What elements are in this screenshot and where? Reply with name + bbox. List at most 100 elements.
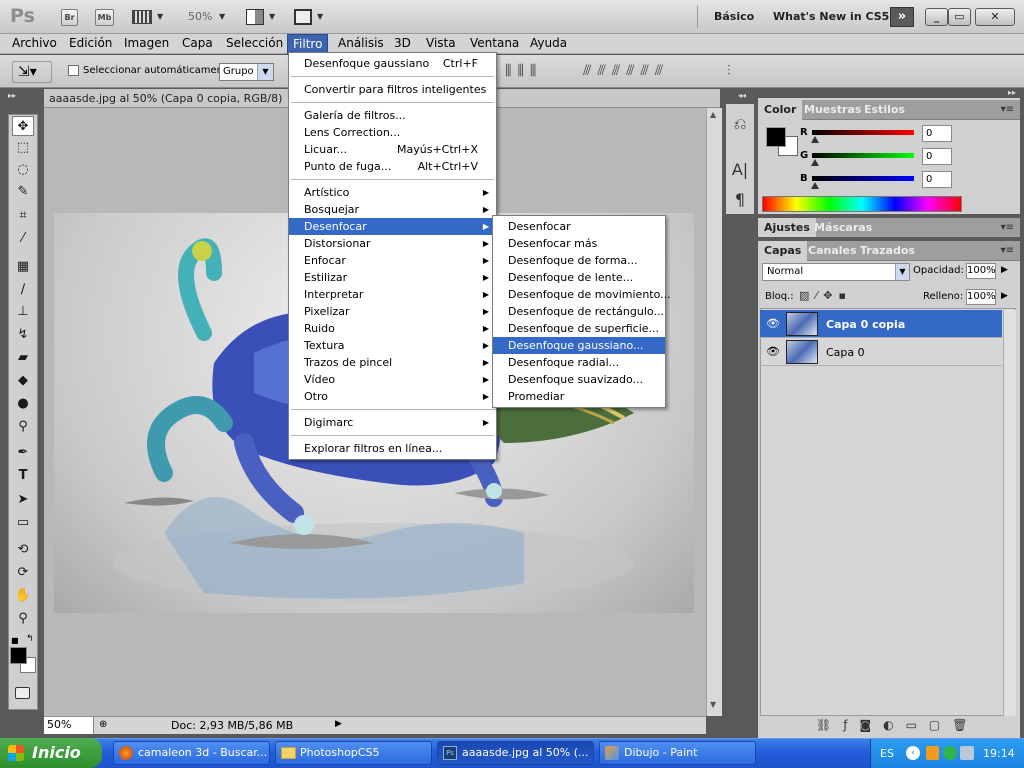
menu-item-smart-filters[interactable]: Convertir para filtros inteligentes	[289, 81, 496, 98]
menu-analisis[interactable]: Análisis	[333, 34, 389, 54]
status-zoom-field[interactable]: 50%	[44, 717, 94, 734]
green-slider-handle[interactable]	[811, 159, 819, 166]
tab-trazados[interactable]: Trazados	[854, 241, 921, 261]
bridge-button[interactable]: Br	[61, 9, 78, 26]
menu-item-lens-correction[interactable]: Lens Correction...	[289, 124, 496, 141]
menu-ventana[interactable]: Ventana	[465, 34, 524, 54]
status-info-icon[interactable]: ⊕	[99, 719, 107, 730]
blue-slider-handle[interactable]	[811, 182, 819, 189]
menu-item-browse-filters[interactable]: Explorar filtros en línea...	[289, 440, 496, 457]
collapse-panel-icon[interactable]: ▸▸	[8, 91, 16, 100]
clone-stamp-tool-icon[interactable]: ⊥	[12, 302, 34, 322]
submenu-item-motion-blur[interactable]: Desenfoque de movimiento...	[493, 286, 671, 303]
crop-tool-icon[interactable]: ⌗	[12, 206, 34, 226]
red-slider-handle[interactable]	[811, 136, 819, 143]
menu-item-artistico[interactable]: Artístico ▶	[289, 184, 496, 201]
blue-value[interactable]: 0	[922, 171, 952, 188]
align-icons[interactable]: ⫼⫼⫼	[505, 63, 542, 79]
menu-imagen[interactable]: Imagen	[119, 34, 174, 54]
layers-scrollbar[interactable]	[1003, 310, 1016, 716]
submenu-item-average[interactable]: Promediar	[493, 388, 665, 405]
shape-tool-icon[interactable]: ▭	[12, 513, 34, 533]
opacity-slider-icon[interactable]: ▶	[1001, 265, 1008, 275]
dodge-tool-icon[interactable]: ⚲	[12, 417, 34, 437]
panel-menu-icon[interactable]: ▾≡	[1001, 104, 1014, 115]
menu-seleccion[interactable]: Selección	[221, 34, 288, 54]
submenu-item-box-blur[interactable]: Desenfoque de rectángulo...	[493, 303, 665, 320]
menu-item-estilizar[interactable]: Estilizar ▶	[289, 269, 496, 286]
submenu-item-radial-blur[interactable]: Desenfoque radial...	[493, 354, 665, 371]
menu-item-liquify[interactable]: Licuar... Mayús+Ctrl+X	[289, 141, 496, 158]
color-foreground-swatch[interactable]	[766, 127, 786, 147]
lock-icons[interactable]: ▨⁄✥▪	[799, 289, 852, 302]
path-selection-tool-icon[interactable]: ➤	[12, 490, 34, 510]
menu-archivo[interactable]: Archivo	[7, 34, 62, 54]
menu-capa[interactable]: Capa	[177, 34, 218, 54]
language-indicator[interactable]: ES	[880, 747, 894, 760]
restore-button[interactable]: ▭	[948, 8, 971, 26]
menu-item-distorsionar[interactable]: Distorsionar ▶	[289, 235, 496, 252]
zoom-level[interactable]: 50%	[188, 10, 212, 23]
foreground-color-swatch[interactable]	[10, 647, 27, 664]
marquee-tool-icon[interactable]: ⬚	[12, 138, 34, 158]
taskbar-item-photoshop[interactable]: Ps aaaasde.jpg al 50% (...	[437, 741, 594, 765]
menu-vista[interactable]: Vista	[421, 34, 461, 54]
history-icon[interactable]: ⎌	[726, 110, 754, 138]
menu-item-ruido[interactable]: Ruido ▶	[289, 320, 496, 337]
submenu-item-lens-blur[interactable]: Desenfoque de lente...	[493, 269, 665, 286]
quick-selection-tool-icon[interactable]: ✎	[12, 182, 34, 202]
scroll-up-icon[interactable]: ▲	[710, 110, 716, 119]
move-tool-icon[interactable]: ✥	[12, 116, 34, 136]
red-value[interactable]: 0	[922, 125, 952, 142]
panel-menu-icon[interactable]: ▾≡	[1001, 245, 1014, 256]
menu-ayuda[interactable]: Ayuda	[525, 34, 572, 54]
eyedropper-tool-icon[interactable]: ⁄	[12, 229, 34, 249]
character-panel-icon[interactable]: A|	[726, 156, 754, 184]
pen-tool-icon[interactable]: ✒	[12, 443, 34, 463]
color-spectrum-ramp[interactable]	[762, 196, 962, 212]
menu-item-interpretar[interactable]: Interpretar ▶	[289, 286, 496, 303]
opacity-field[interactable]: 100%	[966, 263, 996, 279]
auto-align-icon[interactable]: ⫶	[727, 63, 731, 79]
layer-row-capa-0[interactable]: 👁 Capa 0	[760, 338, 1002, 366]
close-button[interactable]: ✕	[975, 8, 1015, 26]
3d-rotate-tool-icon[interactable]: ⟲	[12, 540, 34, 560]
healing-brush-tool-icon[interactable]: ▦	[12, 257, 34, 277]
menu-3d[interactable]: 3D	[389, 34, 416, 54]
green-slider[interactable]	[812, 153, 914, 158]
arrange-documents-icon[interactable]	[246, 9, 264, 25]
default-colors-icon[interactable]: ■	[11, 636, 19, 645]
menu-item-last-filter[interactable]: Desenfoque gaussiano Ctrl+F	[289, 55, 496, 72]
fill-slider-icon[interactable]: ▶	[1001, 291, 1008, 301]
tray-expand-icon[interactable]: ‹	[906, 746, 920, 760]
vertical-scrollbar[interactable]: ▲ ▼	[706, 108, 722, 716]
taskbar-item-firefox[interactable]: camaleon 3d - Buscar...	[113, 741, 270, 765]
chevron-down-icon[interactable]: ▼	[219, 12, 225, 21]
type-tool-icon[interactable]: T	[12, 466, 34, 486]
submenu-item-shape-blur[interactable]: Desenfoque de forma...	[493, 252, 665, 269]
blue-slider[interactable]	[812, 176, 914, 181]
submenu-item-desenfocar[interactable]: Desenfocar	[493, 218, 665, 235]
tab-mascaras[interactable]: Máscaras	[808, 218, 878, 238]
swap-colors-icon[interactable]: ↰	[26, 634, 34, 644]
taskbar-item-folder[interactable]: PhotoshopCS5	[275, 741, 432, 765]
panel-menu-icon[interactable]: ▾≡	[1001, 222, 1014, 233]
menu-item-otro[interactable]: Otro ▶	[289, 388, 496, 405]
zoom-tool-icon[interactable]: ⚲	[12, 609, 34, 629]
menu-item-desenfocar[interactable]: Desenfocar ▶	[289, 218, 496, 235]
fill-field[interactable]: 100%	[966, 289, 996, 305]
chevron-down-icon[interactable]: ▼	[269, 12, 275, 21]
collapse-dock-icon[interactable]: ▸▸	[1008, 88, 1016, 97]
menu-item-trazos-de-pincel[interactable]: Trazos de pincel ▶	[289, 354, 496, 371]
network-icon[interactable]	[943, 746, 957, 760]
visibility-eye-icon[interactable]: 👁	[766, 317, 780, 330]
distribute-icons[interactable]: ⫻⫻⫻⫻⫻⫻	[583, 63, 669, 79]
layer-row-capa-0-copia[interactable]: 👁 Capa 0 copia	[760, 310, 1002, 338]
red-slider[interactable]	[812, 130, 914, 135]
menu-item-filter-gallery[interactable]: Galería de filtros...	[289, 107, 496, 124]
tab-capas[interactable]: Capas	[758, 241, 808, 261]
lasso-tool-icon[interactable]: ◌	[12, 160, 34, 180]
paint-bucket-tool-icon[interactable]: ◆	[12, 371, 34, 391]
3d-orbit-tool-icon[interactable]: ⟳	[12, 563, 34, 583]
status-menu-icon[interactable]: ▶	[335, 719, 342, 729]
